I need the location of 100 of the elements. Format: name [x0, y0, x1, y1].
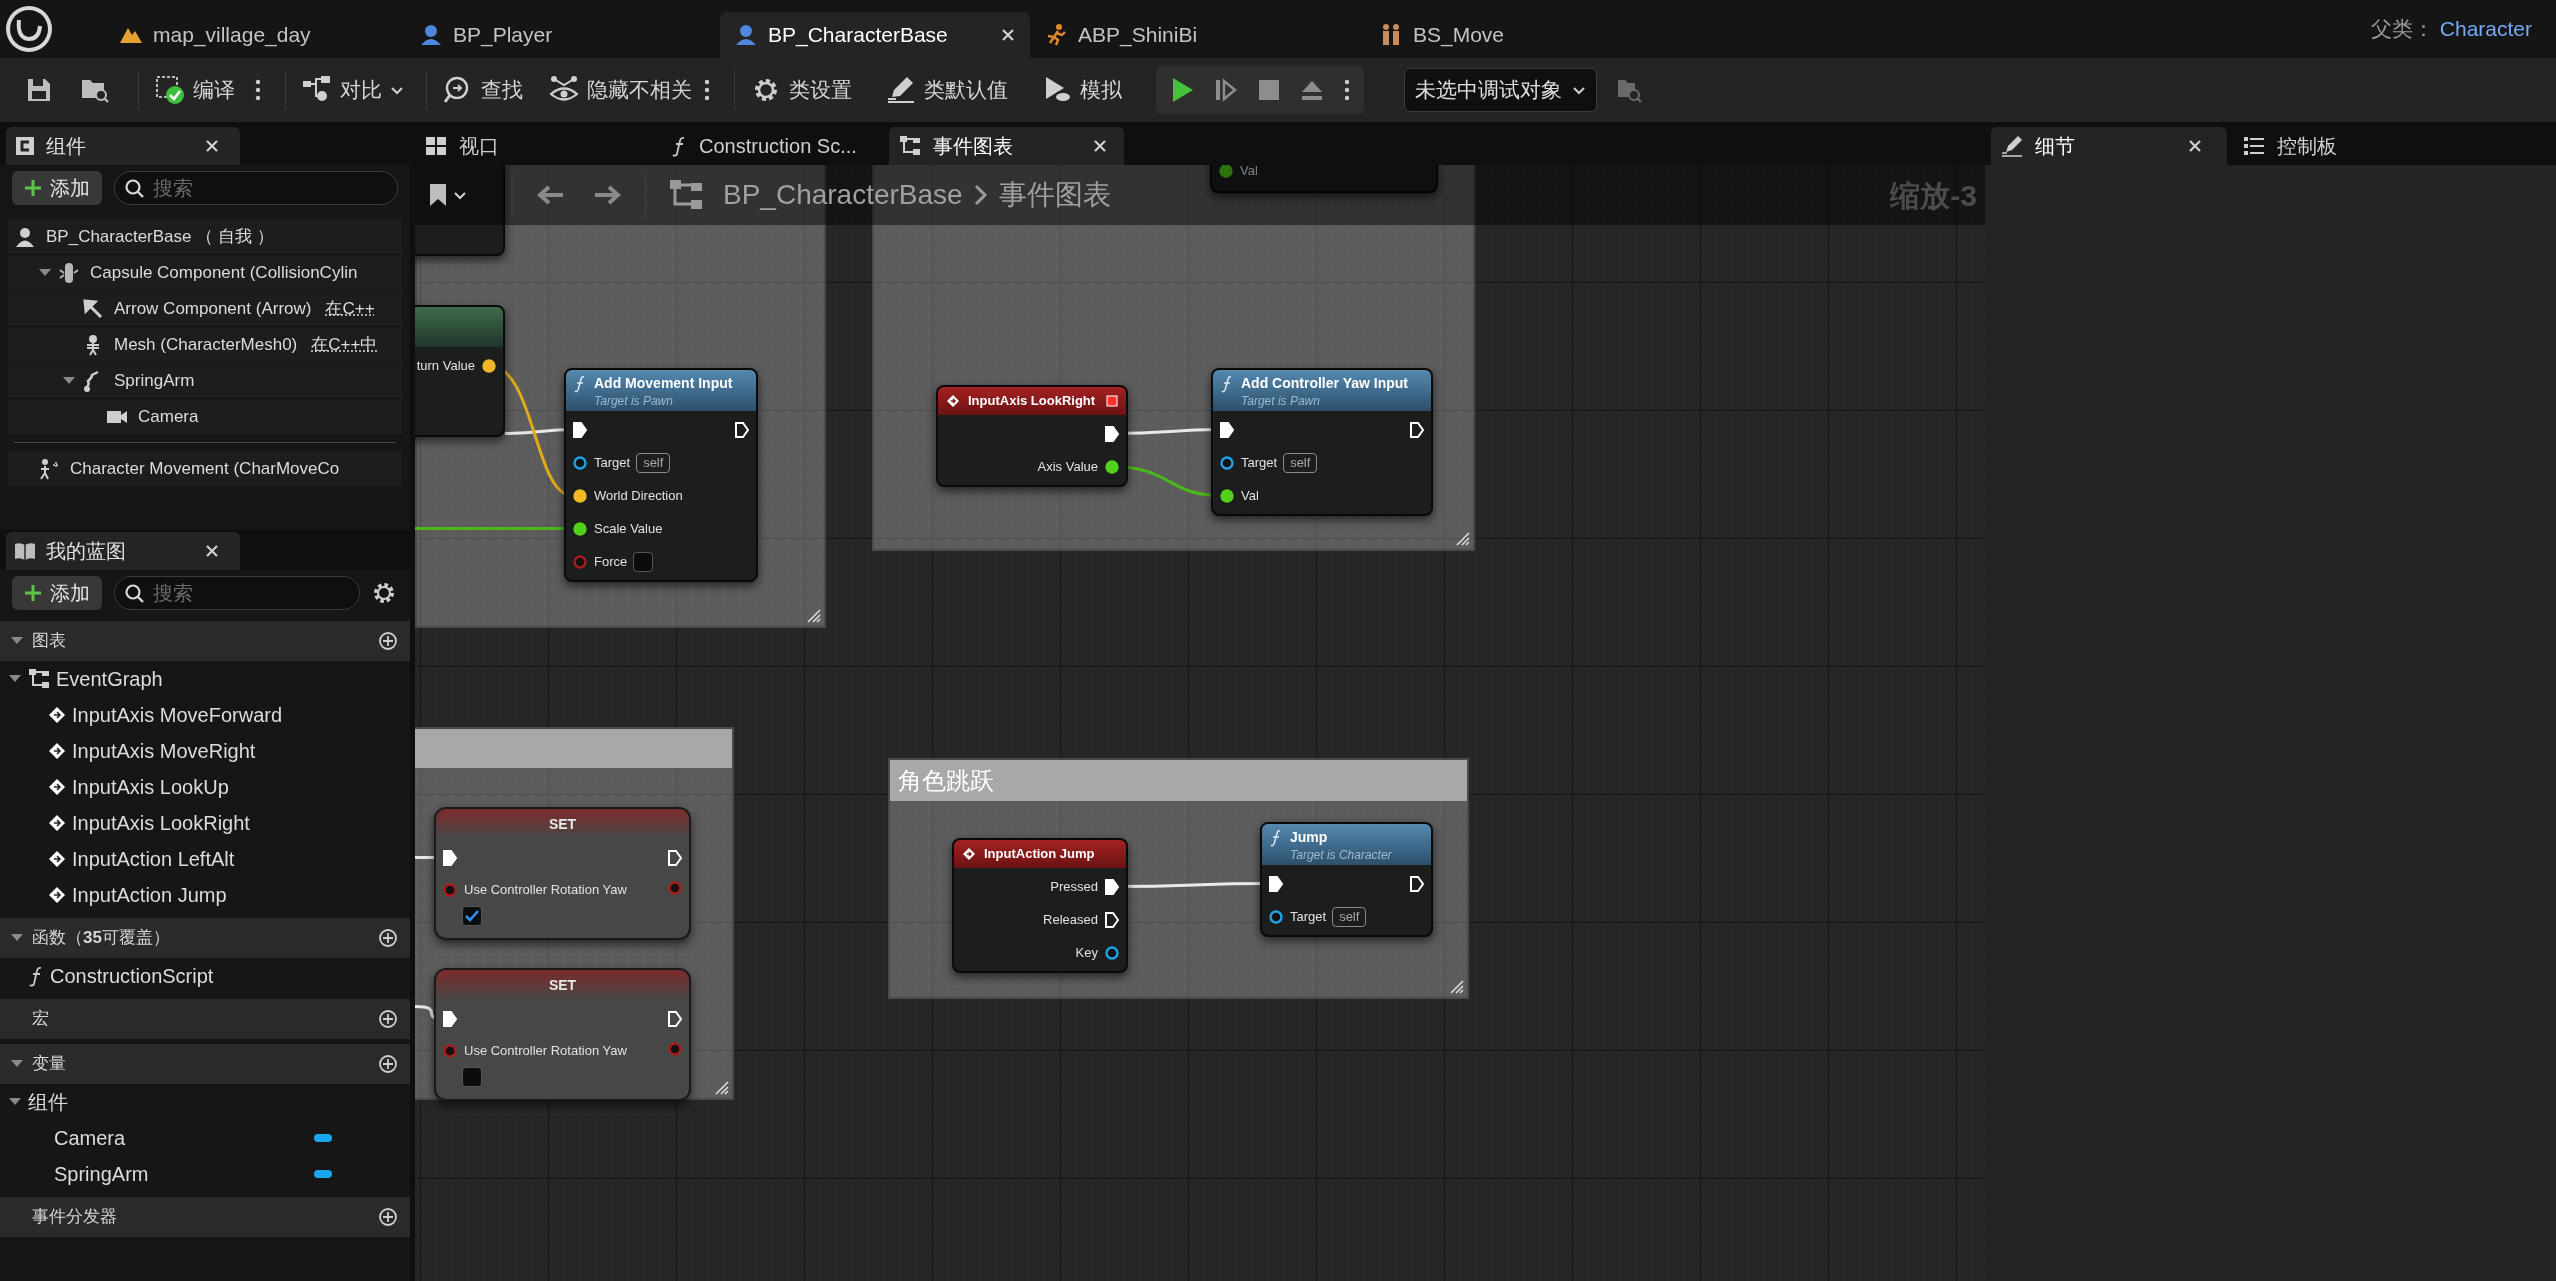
blueprint-node[interactable]: Add Controller Yaw Input Target is Pawn Target self Val — [1211, 368, 1433, 516]
value-field[interactable]: self — [1283, 452, 1318, 473]
item-label: SpringArm — [114, 369, 195, 392]
breadcrumb-link[interactable]: BP_CharacterBase — [723, 174, 963, 216]
item-label: InputAxis MoveForward — [72, 703, 283, 728]
search-field[interactable]: 搜索 — [114, 576, 360, 610]
item-label: InputAxis MoveRight — [72, 739, 256, 764]
blueprint-node[interactable]: SET Use Controller Rotation Yaw — [434, 968, 691, 1101]
item-label: Arrow Component (Arrow) — [114, 297, 312, 320]
node-title: Add Controller Yaw Input — [1241, 374, 1408, 393]
pin-label: Force — [594, 552, 628, 571]
panel-tab[interactable]: 我的蓝图 — [6, 532, 240, 570]
graph-tab[interactable]: 事件图表 — [889, 127, 1124, 165]
section-title: 事件分发器 — [32, 1206, 117, 1229]
search-field[interactable]: 搜索 — [114, 171, 398, 205]
tree-row[interactable]: ConstructionScript — [0, 958, 410, 994]
parent-class-label: 父类： — [2370, 16, 2434, 43]
tree-row[interactable]: Camera — [8, 399, 402, 434]
document-tab[interactable]: BP_Player — [405, 12, 720, 58]
add-button[interactable]: 添加 — [12, 171, 102, 205]
value-field[interactable]: self — [1332, 906, 1367, 927]
pin-label: Released — [1043, 910, 1098, 929]
blueprint-node[interactable]: Jump Target is Character Target self — [1260, 822, 1433, 937]
debug-object-dropdown[interactable]: 未选中调试对象 — [1404, 68, 1597, 112]
item-label: InputAxis LookRight — [72, 811, 250, 836]
add-button[interactable]: 添加 — [12, 576, 102, 610]
cpp-note: 在C++ — [325, 297, 375, 320]
tree-row[interactable]: Mesh (CharacterMesh0) 在C++中 — [8, 327, 402, 362]
tree-row[interactable]: BP_CharacterBase （ 自我 ） — [8, 219, 402, 254]
graph-tab[interactable]: Construction Sc... — [645, 127, 875, 165]
panel-tab[interactable]: 细节 — [1991, 127, 2227, 165]
section-header[interactable]: 函数（35可覆盖） — [0, 918, 410, 958]
tree-row[interactable]: Character Movement (CharMoveCo — [8, 451, 402, 486]
tree-row[interactable]: Camera — [0, 1120, 410, 1156]
node-subtitle: Target is Pawn — [1240, 394, 1321, 408]
panel-tab[interactable]: 控制板 — [2233, 127, 2469, 165]
toolbar-button[interactable]: 查找 — [437, 68, 529, 112]
tree-row[interactable]: EventGraph — [0, 661, 410, 697]
section-header[interactable]: 变量 — [0, 1044, 410, 1084]
pin-label: Pressed — [1050, 877, 1098, 896]
item-label: 组件 — [28, 1090, 68, 1115]
pin-label: Target — [1241, 453, 1278, 472]
document-tab[interactable]: BS_Move — [1365, 12, 1585, 58]
toolbar-button[interactable]: 隐藏不相关 — [543, 68, 698, 112]
toolbar-button[interactable]: 模拟 — [1036, 68, 1128, 112]
tree-row[interactable]: 组件 — [0, 1084, 410, 1120]
tree-row[interactable]: InputAxis LookRight — [0, 805, 410, 841]
section-title: 变量 — [32, 1053, 66, 1076]
item-label: Camera — [138, 405, 199, 428]
node-subtitle: Target is Character — [1289, 848, 1393, 862]
section-header[interactable]: 宏 — [0, 999, 410, 1039]
toolbar-button[interactable]: 对比 — [296, 68, 410, 112]
toolbar-button[interactable]: 类默认值 — [880, 68, 1014, 112]
tree-row[interactable]: InputAxis MoveForward — [0, 697, 410, 733]
value-field[interactable]: self — [636, 452, 671, 473]
section-header[interactable]: 图表 — [0, 621, 410, 661]
section-title: 图表 — [32, 630, 66, 653]
section-title: 函数（35可覆盖） — [32, 927, 170, 950]
parent-class-link[interactable]: Character — [2439, 13, 2532, 45]
blueprint-node[interactable]: SET Use Controller Rotation Yaw — [434, 807, 691, 940]
node-title: InputAction Jump — [984, 845, 1095, 864]
panel-tab[interactable]: 组件 — [6, 127, 240, 165]
blueprint-node[interactable]: turn Value — [415, 305, 505, 437]
item-label: Capsule Component (CollisionCylin — [90, 261, 358, 284]
pin-label: Val — [1240, 165, 1258, 180]
blueprint-node[interactable]: Add Movement Input Target is Pawn Target self World Direction Scale Value Force — [564, 368, 758, 582]
item-label: ConstructionScript — [50, 964, 214, 989]
item-label: InputAction Jump — [72, 883, 227, 908]
comment-title: 角色跳跃 — [890, 760, 1467, 801]
blueprint-node[interactable]: InputAction Jump Pressed Released Key — [952, 838, 1128, 973]
item-label: Mesh (CharacterMesh0) — [114, 333, 298, 356]
tree-row[interactable]: SpringArm — [0, 1156, 410, 1192]
document-tab[interactable]: BP_CharacterBase — [720, 12, 1030, 58]
pin-label: Scale Value — [594, 519, 663, 538]
node-header: SET — [436, 970, 689, 1000]
blueprint-node[interactable]: Val — [1210, 165, 1438, 193]
node-title: Add Movement Input — [594, 374, 733, 393]
section-header[interactable]: 事件分发器 — [0, 1197, 410, 1237]
graph-tab[interactable]: 视口 — [415, 127, 645, 165]
tree-row[interactable]: InputAxis MoveRight — [0, 733, 410, 769]
item-label: Character Movement (CharMoveCo — [70, 457, 340, 480]
cpp-note: 在C++中 — [311, 333, 378, 356]
document-tab[interactable]: map_village_day — [105, 12, 405, 58]
blueprint-node[interactable]: InputAxis LookRight Axis Value — [936, 385, 1128, 487]
breadcrumb-current: 事件图表 — [998, 178, 1111, 212]
pin-label: Axis Value — [1037, 457, 1098, 476]
toolbar-button[interactable]: 编译 — [149, 68, 241, 112]
toolbar-button[interactable]: 类设置 — [745, 68, 858, 112]
tree-row[interactable]: InputAxis LookUp — [0, 769, 410, 805]
tree-row[interactable]: InputAction LeftAlt — [0, 841, 410, 877]
node-title: Jump — [1290, 828, 1328, 847]
node-header: SET — [436, 809, 689, 839]
tree-row[interactable]: SpringArm — [8, 363, 402, 398]
tree-row[interactable]: InputAction Jump — [0, 877, 410, 913]
item-label: EventGraph — [56, 667, 163, 692]
tree-row[interactable]: Capsule Component (CollisionCylin — [8, 255, 402, 290]
tree-row[interactable]: Arrow Component (Arrow) 在C++ — [8, 291, 402, 326]
pin-label: Use Controller Rotation Yaw — [464, 881, 627, 899]
document-tab[interactable]: ABP_ShiniBi — [1030, 12, 1365, 58]
pin-label: Target — [594, 453, 631, 472]
